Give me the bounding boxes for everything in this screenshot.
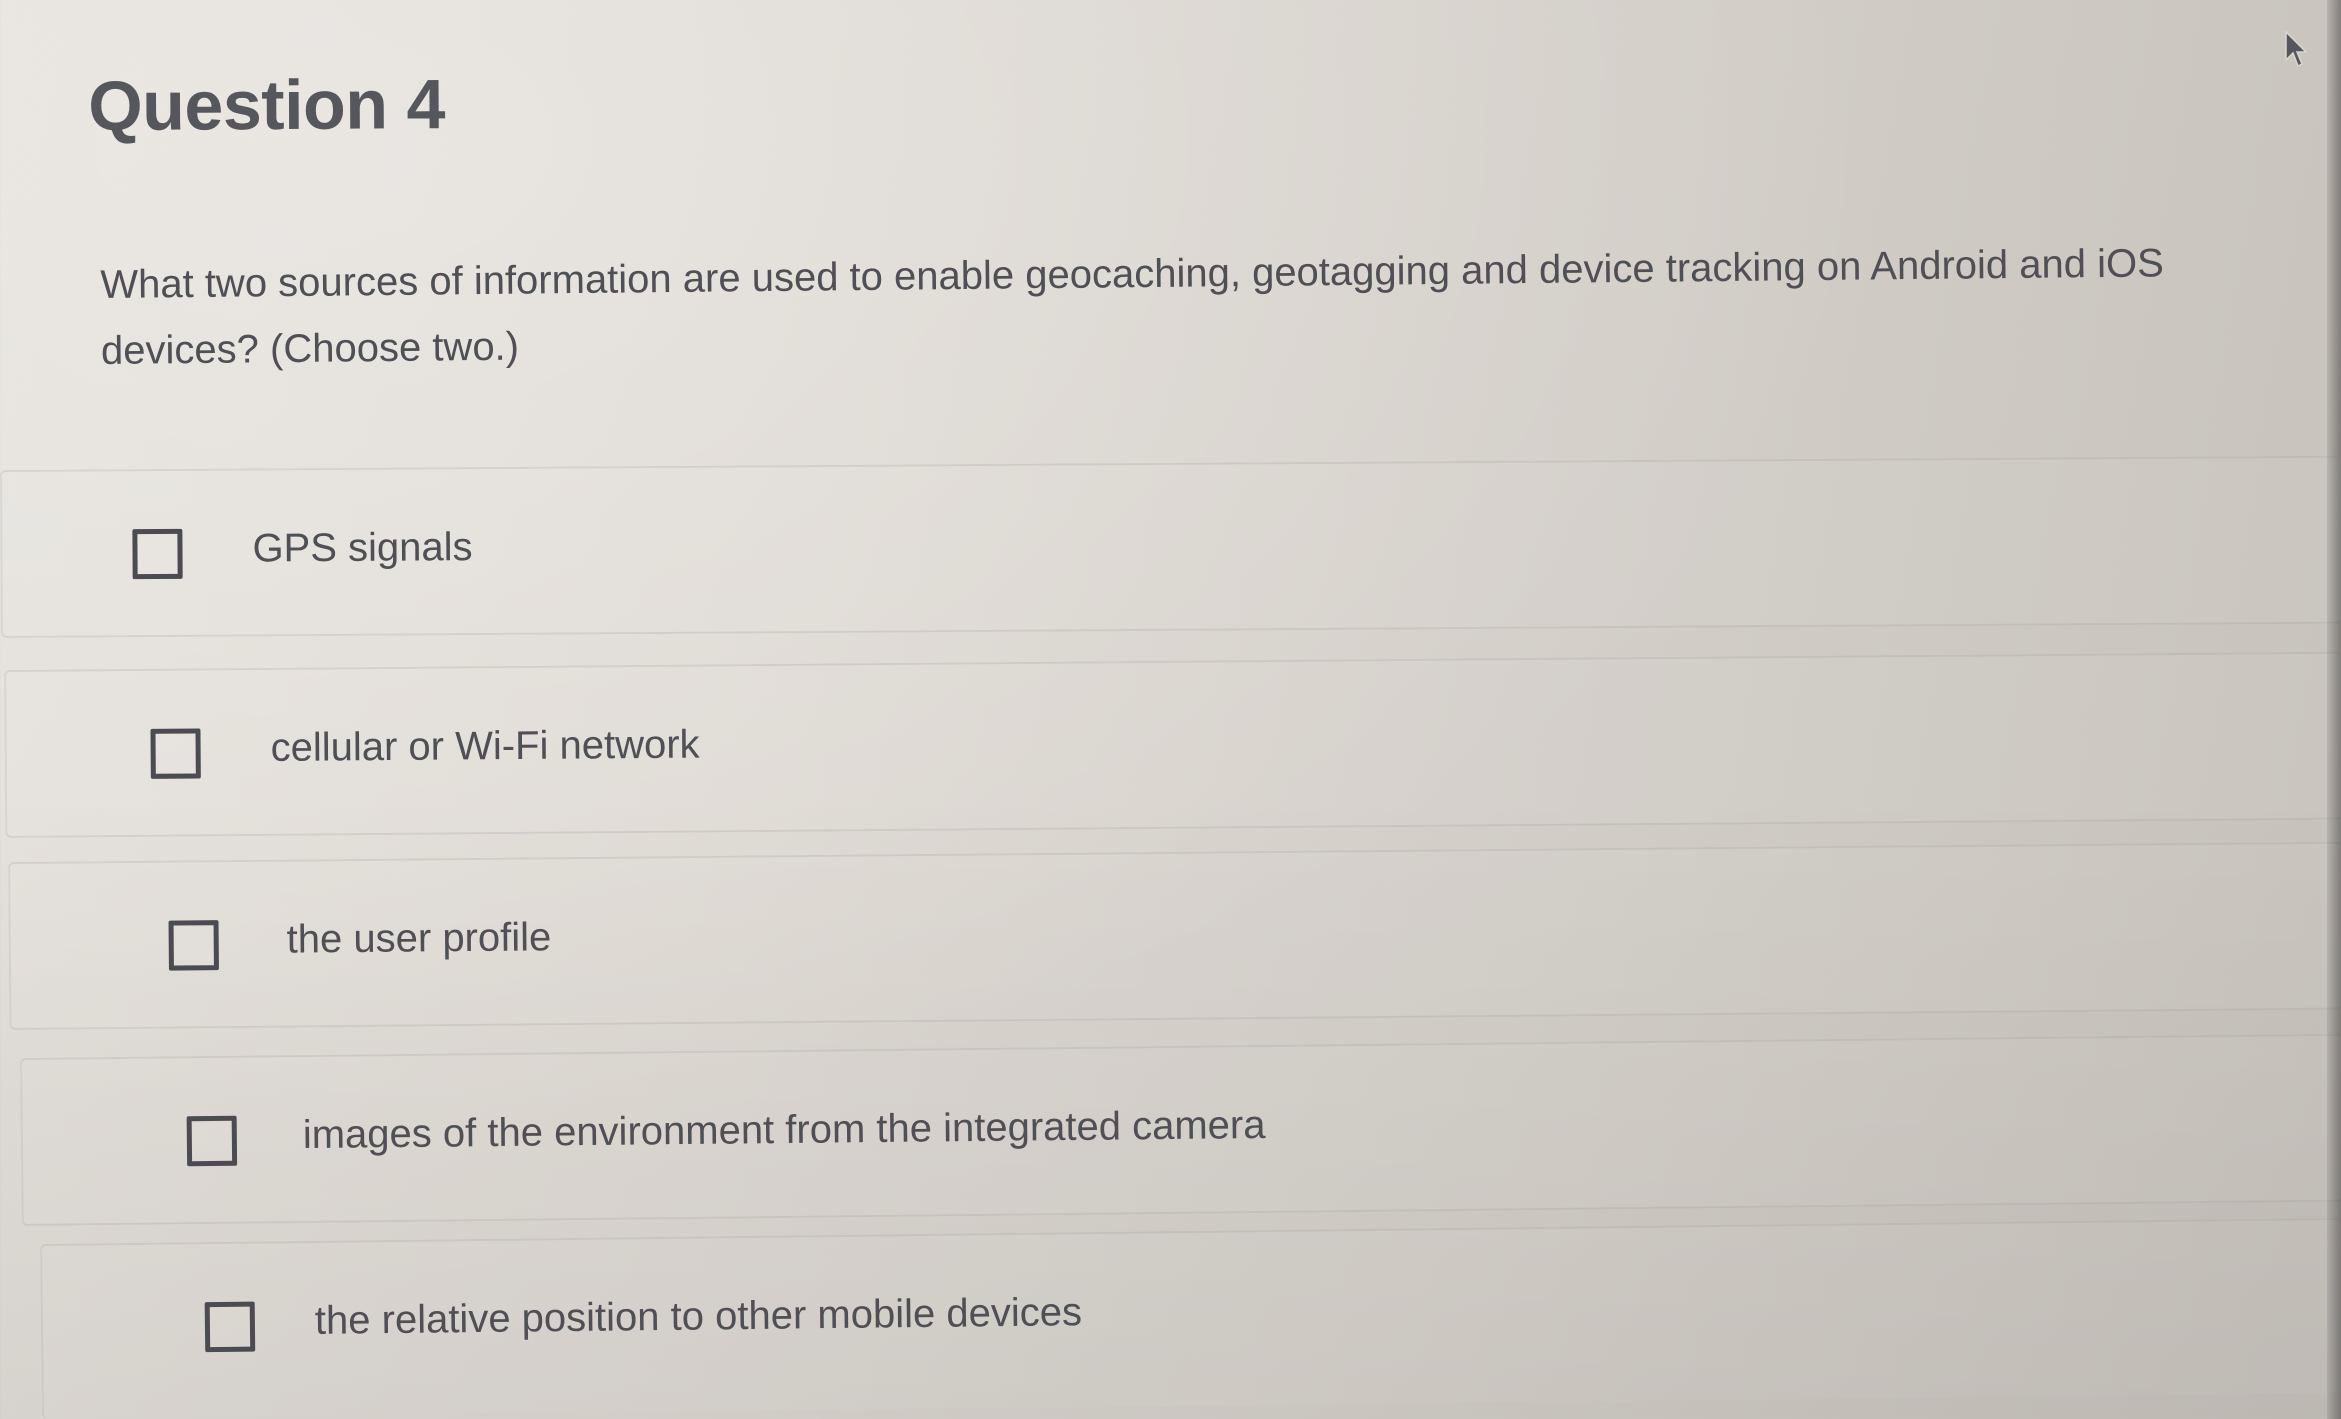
option-label: the relative position to other mobile de… [314, 1290, 1083, 1343]
screen-bezel-edge [2327, 0, 2341, 1419]
option-checkbox[interactable] [150, 728, 201, 779]
option-row[interactable]: images of the environment from the integ… [20, 1033, 2341, 1226]
option-checkbox[interactable] [168, 920, 219, 971]
option-checkbox[interactable] [204, 1301, 256, 1353]
option-label: cellular or Wi-Fi network [270, 722, 700, 770]
option-label: GPS signals [252, 525, 473, 571]
option-row[interactable]: the relative position to other mobile de… [40, 1217, 2341, 1419]
mouse-pointer-icon [2285, 30, 2308, 68]
option-label: images of the environment from the integ… [302, 1102, 1266, 1158]
option-label: the user profile [286, 915, 552, 962]
question-title: Question 4 [88, 65, 446, 145]
option-row[interactable]: GPS signals [0, 455, 2341, 638]
question-prompt: What two sources of information are used… [100, 241, 2165, 373]
option-checkbox[interactable] [132, 528, 183, 580]
option-checkbox[interactable] [186, 1115, 238, 1167]
option-row[interactable]: the user profile [8, 841, 2341, 1030]
option-row[interactable]: cellular or Wi-Fi network [4, 651, 2341, 838]
